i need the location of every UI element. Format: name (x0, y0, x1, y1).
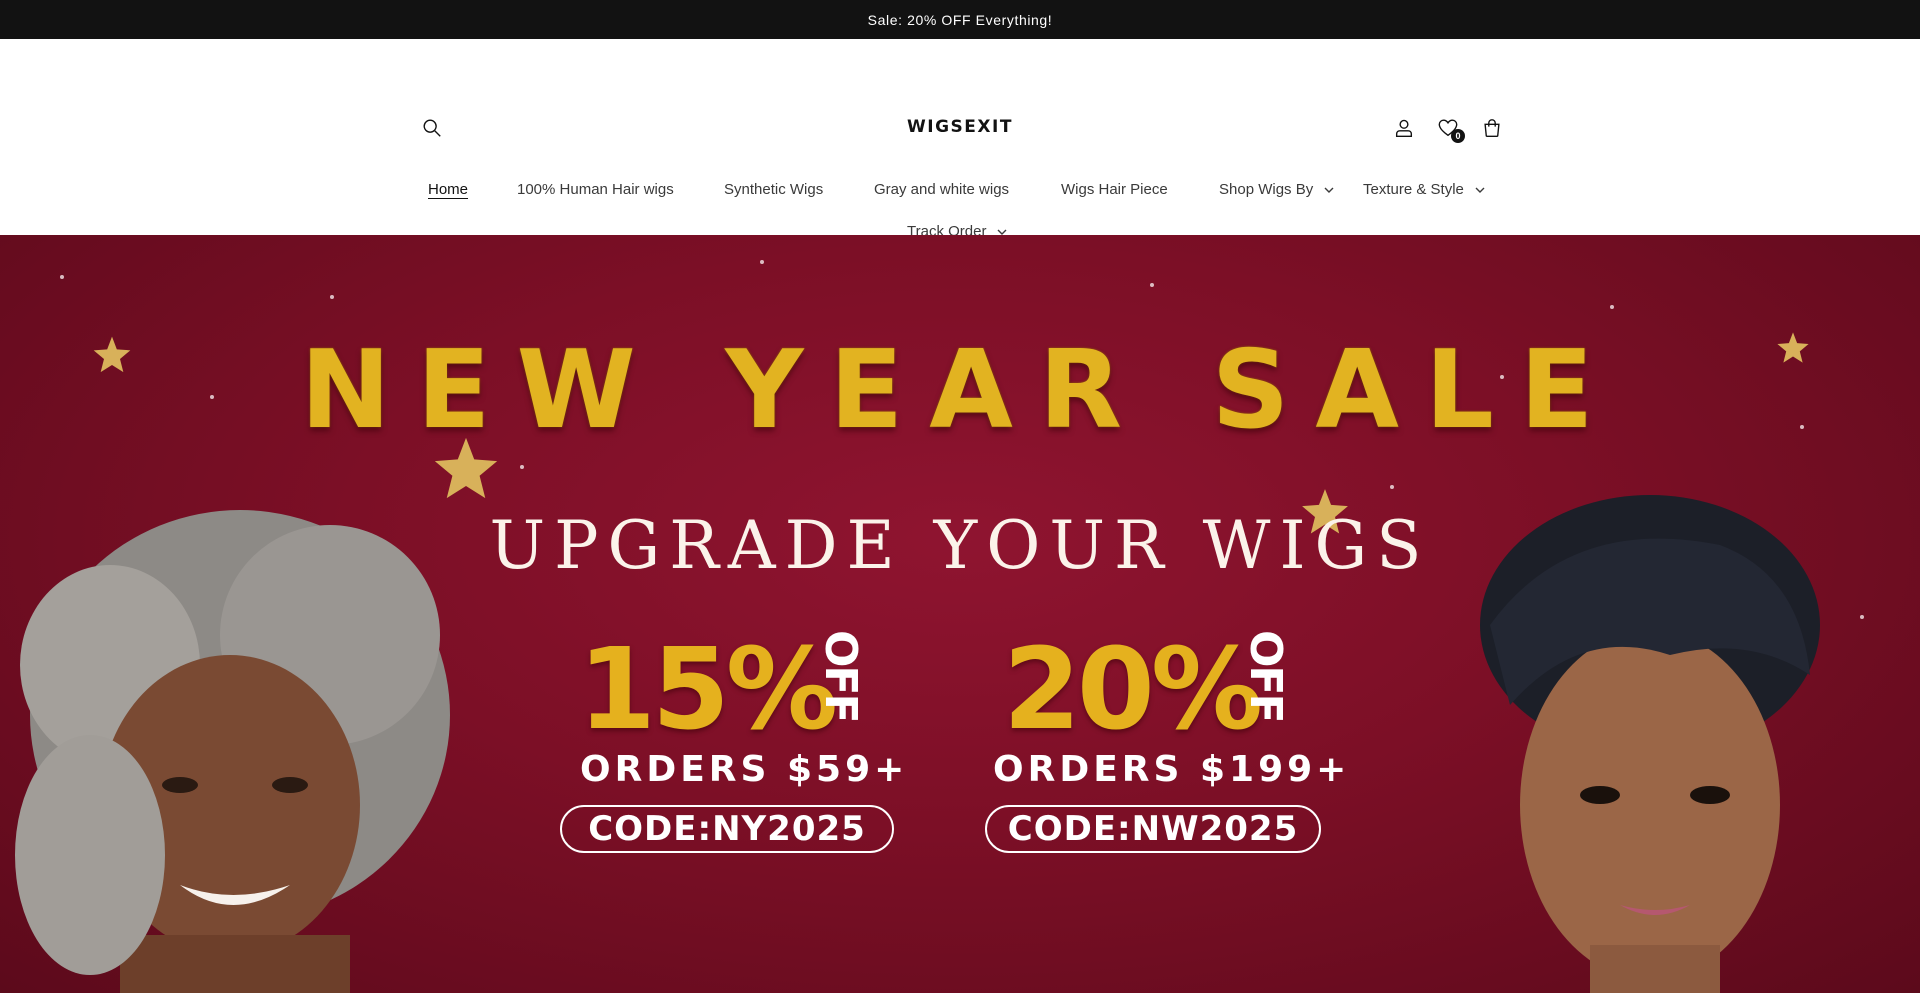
site-logo[interactable]: WIGSEXIT (860, 117, 1060, 137)
nav-shop-wigs-by-label: Shop Wigs By (1219, 181, 1314, 198)
chevron-down-icon (1324, 187, 1334, 193)
promo-code-ny2025[interactable]: CODE:NY2025 (560, 805, 894, 853)
chevron-down-icon (1475, 187, 1485, 193)
announcement-text: Sale: 20% OFF Everything! (867, 11, 1053, 28)
nav-wigs-hair-piece[interactable]: Wigs Hair Piece (1061, 181, 1168, 198)
nav-home[interactable]: Home (428, 181, 468, 198)
offer-orders-threshold: ORDERS $59+ (580, 749, 909, 790)
offer-percent: 15% (578, 625, 838, 755)
wishlist-count-badge: 0 (1451, 129, 1465, 143)
nav-home-label: Home (428, 181, 469, 198)
sparkle-decoration (1390, 485, 1394, 489)
hero-subtitle: UPGRADE YOUR WIGS (489, 507, 1431, 584)
hero-title: NEW YEAR SALE (300, 328, 1620, 453)
nav-human-hair-wigs[interactable]: 100% Human Hair wigs (517, 181, 674, 198)
search-icon (423, 119, 441, 137)
announcement-bar: Sale: 20% OFF Everything! (0, 0, 1920, 39)
nav-shop-wigs-by[interactable]: Shop Wigs By (1219, 181, 1334, 198)
sparkle-decoration (1610, 305, 1614, 309)
cart-icon (1484, 119, 1500, 137)
hero-banner[interactable]: NEW YEAR SALE UPGRADE YOUR WIGS 15% OFF … (0, 235, 1920, 993)
offer-20-percent: 20% OFF ORDERS $199+ CODE:NW2025 (985, 625, 1405, 865)
cart-button[interactable] (1478, 114, 1506, 142)
account-icon (1395, 119, 1413, 137)
sparkle-decoration (330, 295, 334, 299)
promo-code-nw2025[interactable]: CODE:NW2025 (985, 805, 1321, 853)
nav-texture-style-label: Texture & Style (1363, 181, 1464, 198)
wishlist-button[interactable]: 0 (1434, 114, 1465, 143)
search-button[interactable] (418, 114, 446, 142)
nav-wigs-hair-piece-label: Wigs Hair Piece (1061, 181, 1168, 198)
chevron-down-icon (997, 229, 1007, 235)
nav-gray-white-wigs-label: Gray and white wigs (874, 181, 1010, 198)
nav-human-hair-wigs-label: 100% Human Hair wigs (517, 181, 674, 198)
offer-15-percent: 15% OFF ORDERS $59+ CODE:NY2025 (560, 625, 980, 865)
offer-orders-threshold: ORDERS $199+ (993, 749, 1351, 790)
nav-texture-style[interactable]: Texture & Style (1363, 181, 1485, 198)
sparkle-decoration (1150, 283, 1154, 287)
offer-off-label: OFF (815, 630, 866, 722)
sparkle-decoration (60, 275, 64, 279)
nav-synthetic-wigs[interactable]: Synthetic Wigs (724, 181, 823, 198)
sparkle-decoration (520, 465, 524, 469)
offer-off-label: OFF (1240, 630, 1291, 722)
sparkle-decoration (760, 260, 764, 264)
nav-gray-white-wigs[interactable]: Gray and white wigs (874, 181, 1009, 198)
offer-percent: 20% (1003, 625, 1263, 755)
site-header: WIGSEXIT 0 Home 100% Human Hair wigs Syn… (0, 39, 1920, 240)
account-button[interactable] (1390, 114, 1418, 142)
nav-synthetic-wigs-label: Synthetic Wigs (724, 181, 824, 198)
